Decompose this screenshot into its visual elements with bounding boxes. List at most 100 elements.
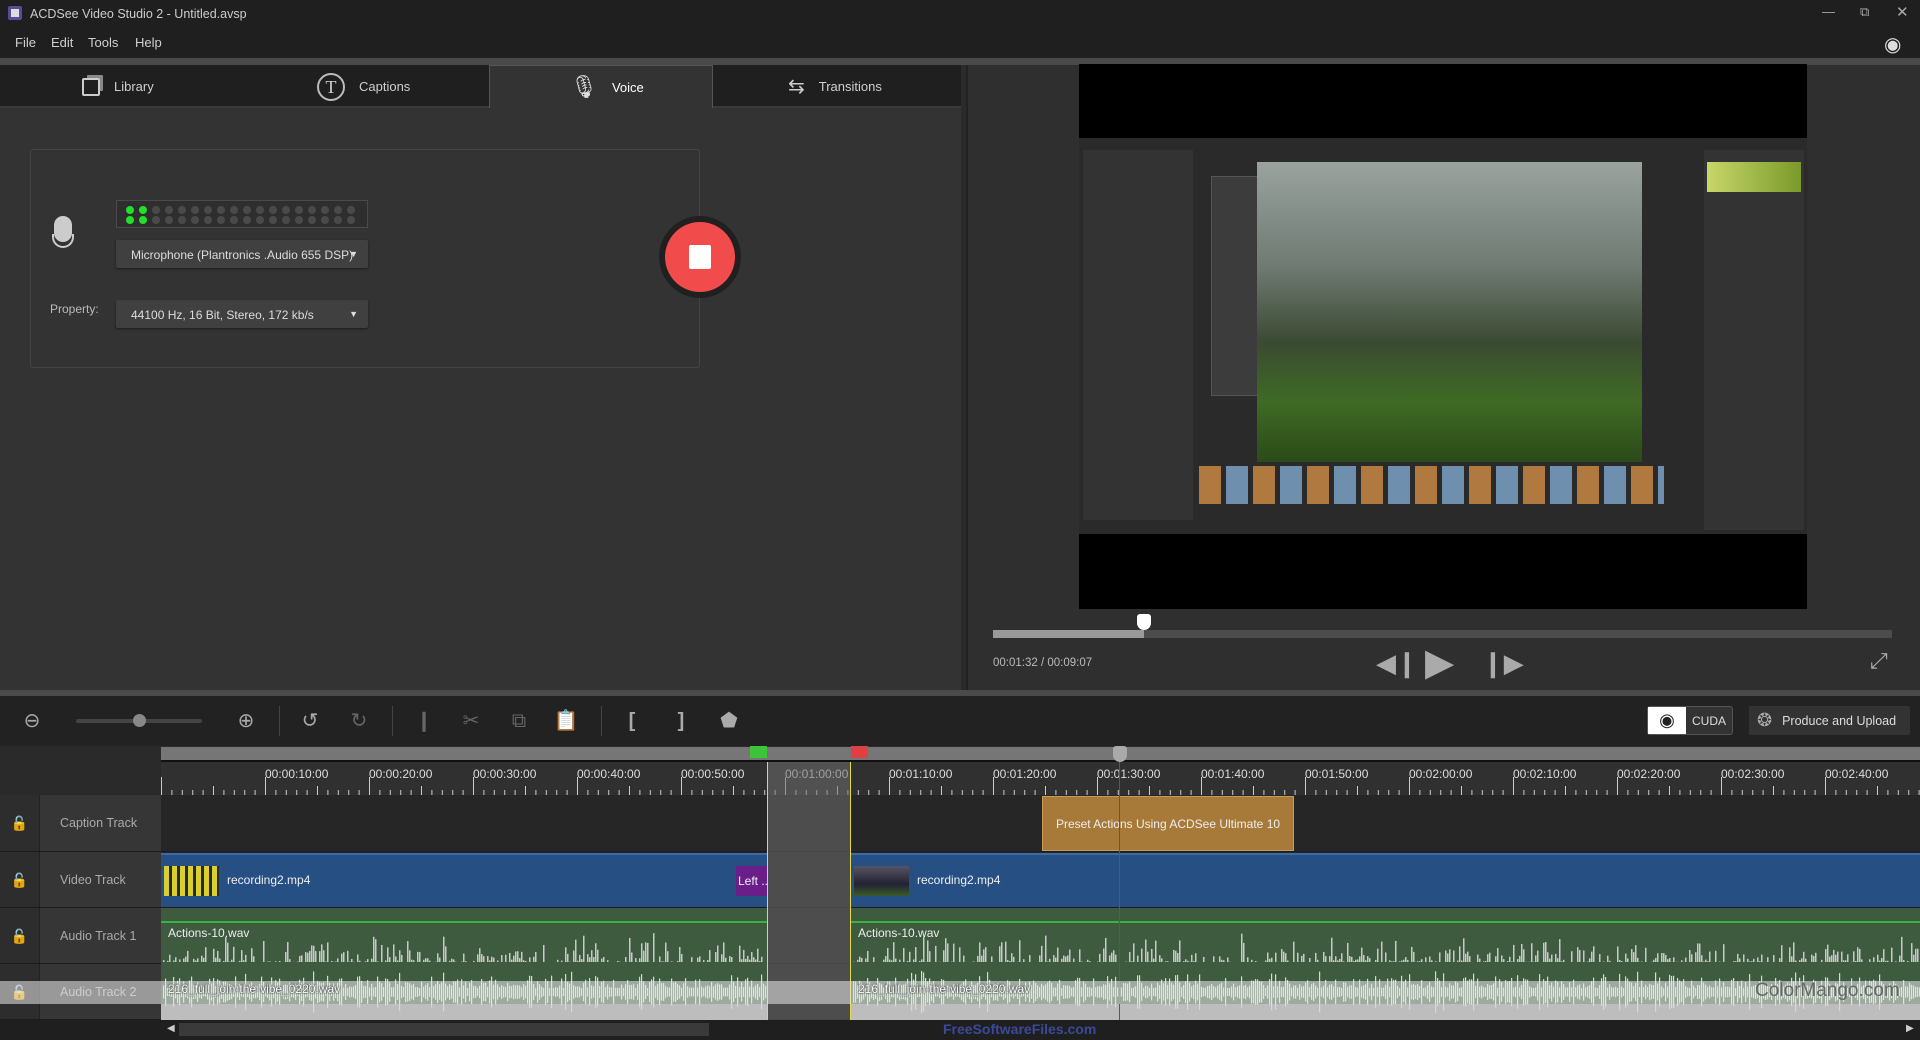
tab-captions[interactable]: T Captions [317, 65, 410, 108]
waveform-bar [327, 942, 329, 962]
fullscreen-icon[interactable]: ⤢ [1870, 648, 1888, 674]
zoom-out-icon[interactable]: ⊖ [19, 708, 45, 734]
waveform-bar [861, 957, 863, 962]
scroll-left-icon[interactable]: ◀ [167, 1023, 175, 1034]
waveform-bar [1487, 954, 1489, 962]
chevron-down-icon: ▼ [349, 249, 358, 259]
video-clip[interactable]: recording2.mp4 Left ... [161, 853, 767, 907]
waveform-bar [1887, 960, 1889, 962]
menu-tools[interactable]: Tools [88, 35, 118, 50]
waveform-bar [241, 950, 243, 962]
scroll-right-icon[interactable]: ▶ [1906, 1023, 1914, 1034]
copy-icon[interactable]: ⧉ [506, 708, 532, 734]
waveform-bar [1747, 958, 1749, 962]
ruler-label: 00:00:30:00 [473, 767, 537, 781]
menu-help[interactable]: Help [135, 35, 162, 50]
mark-in-icon[interactable]: [ [619, 708, 645, 734]
waveform-bar [1665, 954, 1667, 962]
waveform-bar [1469, 956, 1471, 962]
scrubber-handle[interactable] [1137, 614, 1152, 630]
waveform-bar [225, 937, 227, 962]
scrollbar-thumb[interactable] [179, 1023, 709, 1036]
eye-icon[interactable]: ◉ [1884, 32, 1901, 57]
restore-button[interactable]: ⧉ [1860, 4, 1869, 20]
play-button[interactable]: ▶ [1425, 640, 1454, 685]
waveform-bar [465, 961, 467, 962]
audio-clip[interactable]: Actions-10.wav [161, 908, 767, 964]
waveform-bar [429, 960, 431, 962]
cuda-button[interactable]: ◉ CUDA [1647, 706, 1733, 735]
menu-edit[interactable]: Edit [51, 35, 73, 50]
waveform-bar [1221, 959, 1223, 962]
lock-icon[interactable]: 🔓 [0, 852, 40, 907]
waveform-bar [1159, 955, 1161, 962]
tab-voice[interactable]: 🎙 Voice [489, 65, 713, 108]
cut-icon[interactable]: ✂ [458, 708, 484, 734]
waveform-bar [491, 956, 493, 962]
property-select[interactable]: 44100 Hz, 16 Bit, Stereo, 172 kb/s ▼ [116, 300, 368, 328]
waveform-bar [245, 954, 247, 962]
library-icon [82, 77, 100, 96]
menu-file[interactable]: File [15, 35, 36, 50]
undo-icon[interactable]: ↺ [297, 708, 323, 734]
audio-1-lane: Actions-10.wav Actions-10.wav [161, 908, 1920, 964]
marker-icon[interactable]: ⬟ [716, 708, 742, 734]
tab-library[interactable]: Library [82, 65, 154, 108]
lock-icon[interactable]: 🔓 [0, 795, 40, 851]
zoom-slider-handle[interactable] [133, 714, 146, 727]
previous-frame-button[interactable]: ◀❙ [1376, 648, 1418, 679]
timeline-scrollbar[interactable]: ◀ ▶ FreeSoftwareFiles.com [0, 1020, 1920, 1040]
lock-icon[interactable]: 🔓 [0, 908, 40, 963]
microphone-select[interactable]: Microphone (Plantronics .Audio 655 DSP) … [116, 240, 368, 268]
next-frame-button[interactable]: ❙▶ [1482, 648, 1524, 679]
waveform-bar [1743, 954, 1745, 962]
paste-icon[interactable]: 📋 [553, 708, 579, 734]
tab-transitions[interactable]: ⇆ Transitions [788, 65, 882, 108]
minimize-button[interactable]: — [1822, 4, 1835, 19]
waveform-bar [325, 961, 327, 962]
out-point-marker[interactable] [851, 746, 868, 758]
waveform-bar [1019, 940, 1021, 962]
stop-recording-button[interactable] [659, 216, 741, 298]
divider [392, 706, 393, 736]
waveform-bar [305, 952, 307, 962]
caption-clip[interactable]: Preset Actions Using ACDSee Ultimate 10 [1042, 796, 1294, 851]
playback-scrubber[interactable] [993, 630, 1892, 638]
caption-lane: Preset Actions Using ACDSee Ultimate 10 [161, 795, 1920, 852]
waveform-bar [745, 958, 747, 962]
waveform-bar [1129, 952, 1131, 962]
waveform-bar [427, 958, 429, 962]
video-clip[interactable]: recording2.mp4 [851, 853, 1920, 907]
audio-clip[interactable]: Actions-10.wav [851, 908, 1920, 964]
playhead-handle[interactable] [1113, 746, 1127, 762]
waveform-bar [1041, 945, 1043, 962]
waveform-bar [1303, 953, 1305, 962]
timeline-ruler[interactable]: 00:00:10:00 00:00:20:00 00:00:30:00 00:00:4… [161, 762, 1920, 795]
waveform-bar [1375, 959, 1377, 962]
waveform-bar [1055, 957, 1057, 962]
meter-segment [217, 216, 225, 224]
waveform-bar [921, 959, 923, 962]
close-button[interactable]: ✕ [1896, 3, 1909, 21]
waveform-bar [1497, 948, 1499, 962]
waveform-bar [923, 936, 925, 962]
waveform-bar [945, 938, 947, 962]
waveform-bar [1845, 960, 1847, 962]
waveform-bar [1131, 961, 1133, 962]
transitions-icon: ⇆ [788, 76, 805, 98]
waveform-bar [1495, 956, 1497, 962]
split-icon[interactable]: ❙ [411, 708, 437, 734]
timeline-range-bar[interactable] [161, 747, 1920, 762]
zoom-in-icon[interactable]: ⊕ [233, 708, 259, 734]
waveform-bar [1859, 948, 1861, 962]
transition-clip[interactable]: Left ... [736, 866, 767, 896]
waveform-bar [641, 943, 643, 962]
waveform-bar [535, 951, 537, 962]
mark-out-icon[interactable]: ] [668, 708, 694, 734]
waveform-bar [1853, 951, 1855, 962]
cuda-label: CUDA [1692, 713, 1727, 728]
waveform-bar [243, 960, 245, 962]
redo-icon[interactable]: ↻ [346, 708, 372, 734]
in-point-marker[interactable] [750, 746, 767, 758]
produce-and-upload-button[interactable]: ❂ Produce and Upload [1749, 706, 1910, 735]
